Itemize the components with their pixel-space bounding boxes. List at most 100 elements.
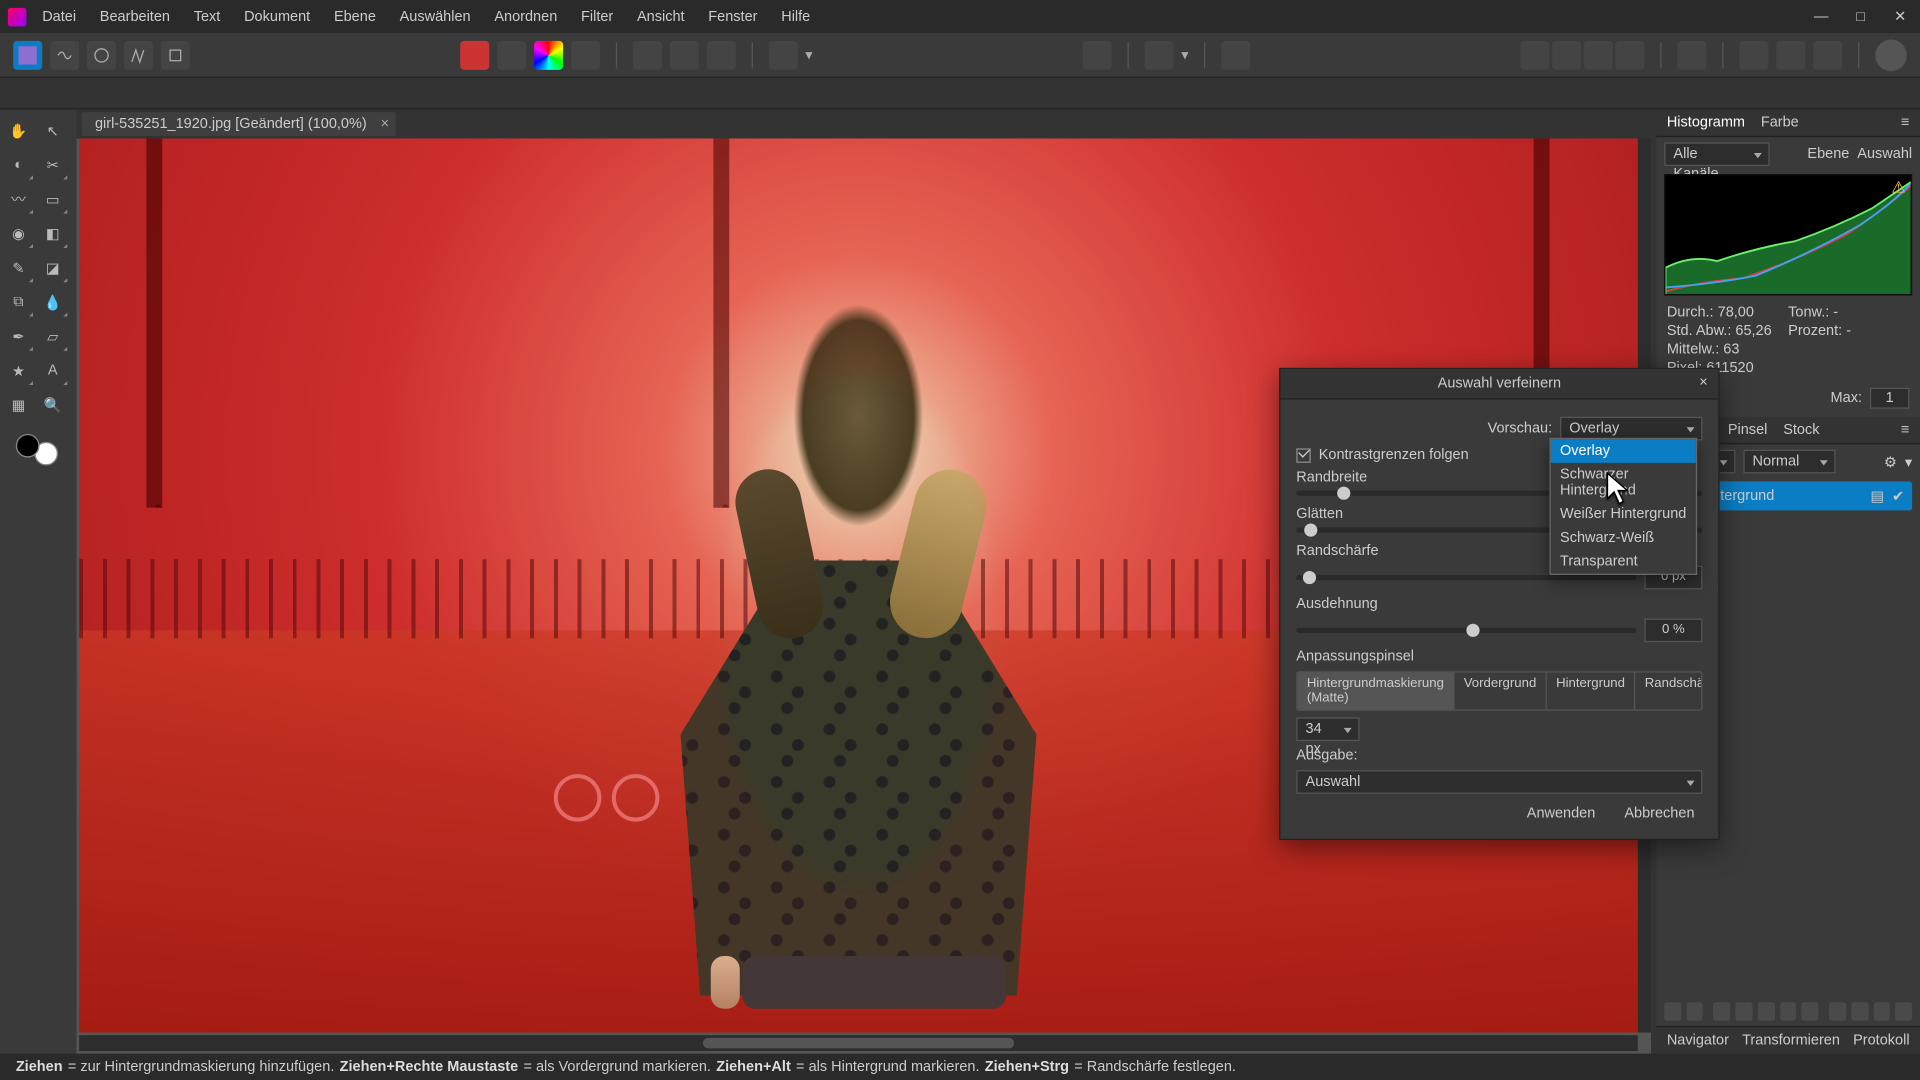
tb-swatch-red-icon[interactable]: [460, 40, 489, 69]
tb-opt1-icon[interactable]: [768, 40, 797, 69]
lt-1-icon[interactable]: [1664, 1002, 1681, 1020]
panel-menu-icon[interactable]: ≡: [1901, 422, 1909, 438]
seg-foreground[interactable]: Vordergrund: [1454, 673, 1546, 710]
lt-trash-icon[interactable]: [1895, 1002, 1912, 1020]
chevron-down-icon[interactable]: ▾: [805, 46, 812, 63]
menu-document[interactable]: Dokument: [244, 9, 310, 25]
persona-photo-icon[interactable]: [13, 40, 42, 69]
flood-tool-icon[interactable]: ◉: [3, 218, 35, 250]
star-tool-icon[interactable]: ★: [3, 355, 35, 387]
marquee-tool-icon[interactable]: ▭: [37, 183, 69, 215]
tb-wand-icon[interactable]: [571, 40, 600, 69]
histo-sub-selection[interactable]: Auswahl: [1857, 146, 1912, 162]
tb-grid2-icon[interactable]: [669, 40, 698, 69]
dropdown-item-black-bg[interactable]: Schwarzer Hintergrund: [1551, 463, 1696, 503]
layer-lock-icon[interactable]: ✔: [1892, 487, 1904, 504]
dropdown-item-transparent[interactable]: Transparent: [1551, 550, 1696, 574]
cancel-button[interactable]: Abbrechen: [1616, 802, 1702, 826]
dropdown-item-black-white[interactable]: Schwarz-Weiß: [1551, 526, 1696, 550]
panel-menu-icon[interactable]: ≡: [1901, 115, 1909, 131]
menu-edit[interactable]: Bearbeiten: [100, 9, 170, 25]
lt-6-icon[interactable]: [1780, 1002, 1797, 1020]
text-tool-icon[interactable]: A: [37, 355, 69, 387]
tb-s4-icon[interactable]: [1615, 40, 1644, 69]
tb-align-icon[interactable]: [1677, 40, 1706, 69]
menu-view[interactable]: Ansicht: [637, 9, 685, 25]
user-avatar-icon[interactable]: [1875, 39, 1907, 71]
menu-help[interactable]: Hilfe: [781, 9, 810, 25]
expand-slider[interactable]: [1296, 628, 1636, 633]
menu-window[interactable]: Fenster: [708, 9, 757, 25]
clone-tool-icon[interactable]: ⧉: [3, 286, 35, 318]
tb-gray-icon[interactable]: [497, 40, 526, 69]
dialog-close-icon[interactable]: ×: [1699, 375, 1707, 391]
erase-tool-icon[interactable]: ◪: [37, 252, 69, 284]
tab-navigator[interactable]: Navigator: [1667, 1033, 1729, 1049]
menu-layer[interactable]: Ebene: [334, 9, 376, 25]
tb-crop-icon[interactable]: [1082, 40, 1111, 69]
zoom-tool-icon[interactable]: 🔍: [37, 389, 69, 421]
window-close-icon[interactable]: ✕: [1888, 8, 1912, 25]
crop-tool-icon[interactable]: ✂: [37, 149, 69, 181]
horizontal-scrollbar[interactable]: [79, 1035, 1638, 1051]
color-picker-tool-icon[interactable]: ◐: [3, 149, 35, 181]
tab-stock[interactable]: Stock: [1783, 422, 1819, 438]
lt-7-icon[interactable]: [1802, 1002, 1819, 1020]
menu-text[interactable]: Text: [194, 9, 221, 25]
shape-tool-icon[interactable]: ▱: [37, 320, 69, 352]
persona-tone-icon[interactable]: [124, 40, 153, 69]
lt-8-icon[interactable]: [1829, 1002, 1846, 1020]
tab-transform[interactable]: Transformieren: [1742, 1033, 1840, 1049]
feather-slider[interactable]: [1296, 575, 1636, 580]
tab-history[interactable]: Protokoll: [1853, 1033, 1909, 1049]
seg-background[interactable]: Hintergrund: [1547, 673, 1636, 710]
tb-globe1-icon[interactable]: [1739, 40, 1768, 69]
chevron-down-icon[interactable]: ▾: [1905, 453, 1912, 470]
lt-9-icon[interactable]: [1851, 1002, 1868, 1020]
window-minimize-icon[interactable]: —: [1809, 9, 1833, 25]
brush-size-select[interactable]: 34 px: [1296, 717, 1359, 741]
selection-brush-tool-icon[interactable]: 〰: [3, 183, 35, 215]
dropdown-item-white-bg[interactable]: Weißer Hintergrund: [1551, 502, 1696, 526]
output-select[interactable]: Auswahl: [1296, 770, 1702, 794]
tb-dot-icon[interactable]: [1144, 40, 1173, 69]
mesh-tool-icon[interactable]: ▦: [3, 389, 35, 421]
expand-value[interactable]: 0 %: [1644, 618, 1702, 642]
lt-4-icon[interactable]: [1736, 1002, 1753, 1020]
tb-s2-icon[interactable]: [1552, 40, 1581, 69]
tb-color-icon[interactable]: [534, 40, 563, 69]
lt-3-icon[interactable]: [1714, 1002, 1731, 1020]
lt-5-icon[interactable]: [1758, 1002, 1775, 1020]
close-tab-icon[interactable]: ×: [381, 116, 389, 132]
tb-s3-icon[interactable]: [1584, 40, 1613, 69]
dialog-titlebar[interactable]: Auswahl verfeinern ×: [1280, 369, 1718, 399]
menu-filter[interactable]: Filter: [581, 9, 613, 25]
seg-feather[interactable]: Randschärfe: [1636, 673, 1703, 710]
persona-develop-icon[interactable]: [87, 40, 116, 69]
tab-histogram[interactable]: Histogramm: [1667, 115, 1745, 131]
color-swatch[interactable]: [16, 434, 58, 466]
tab-brush[interactable]: Pinsel: [1728, 422, 1768, 438]
move-tool-icon[interactable]: ↖: [37, 115, 69, 147]
gradient-tool-icon[interactable]: ◧: [37, 218, 69, 250]
paintbrush-tool-icon[interactable]: ✎: [3, 252, 35, 284]
blend-select[interactable]: Normal: [1743, 450, 1835, 474]
pen-tool-icon[interactable]: ✒: [3, 320, 35, 352]
menu-file[interactable]: Datei: [42, 9, 76, 25]
gear-icon[interactable]: ⚙: [1884, 453, 1897, 470]
menu-arrange[interactable]: Anordnen: [494, 9, 557, 25]
persona-export-icon[interactable]: [161, 40, 190, 69]
hand-tool-icon[interactable]: ✋: [3, 115, 35, 147]
tb-globe2-icon[interactable]: [1776, 40, 1805, 69]
lt-2-icon[interactable]: [1686, 1002, 1703, 1020]
tb-s1-icon[interactable]: [1520, 40, 1549, 69]
tb-globe3-icon[interactable]: [1813, 40, 1842, 69]
layer-visible-icon[interactable]: ▤: [1870, 487, 1884, 504]
tb-grid1-icon[interactable]: [633, 40, 662, 69]
dodge-tool-icon[interactable]: 💧: [37, 286, 69, 318]
lt-10-icon[interactable]: [1873, 1002, 1890, 1020]
persona-liquify-icon[interactable]: [50, 40, 79, 69]
max-input[interactable]: 1: [1870, 388, 1910, 409]
channels-select[interactable]: Alle Kanäle: [1664, 142, 1769, 166]
window-maximize-icon[interactable]: □: [1849, 9, 1873, 25]
